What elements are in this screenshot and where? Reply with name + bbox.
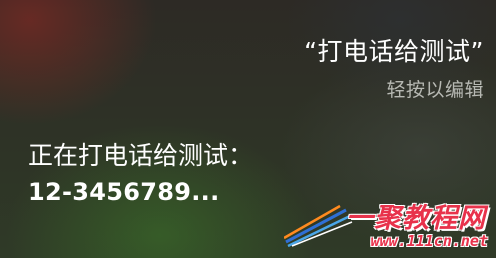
siri-screen: { "siri": { "query": "“打电话给测试”", "tap_hi…: [0, 0, 496, 258]
pen-logo-icon: [284, 204, 353, 248]
site-watermark: 一聚教程网 www.111cn.net: [284, 194, 494, 256]
siri-response: 正在打电话给测试： 12-3456789...: [28, 138, 253, 210]
tap-to-edit-hint[interactable]: 轻按以编辑: [386, 75, 484, 102]
watermark-brand: 一聚教程网: [346, 203, 486, 234]
calling-status-text: 正在打电话给测试：: [28, 141, 254, 170]
siri-spoken-query[interactable]: “打电话给测试”: [304, 32, 484, 68]
phone-number: 12-3456789...: [28, 178, 220, 206]
watermark-url: www.111cn.net: [370, 232, 488, 250]
